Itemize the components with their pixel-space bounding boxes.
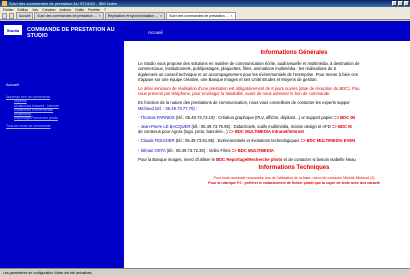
status-bar: Les paramètres de configuration Notes on… bbox=[0, 268, 410, 276]
menu-creation[interactable]: Création bbox=[42, 8, 55, 12]
contact-row: - Silman OSTA (tél.: 05.49.73.72.30) : V… bbox=[138, 147, 274, 153]
open-list-button[interactable] bbox=[2, 13, 7, 19]
page-title: Accueil bbox=[148, 30, 163, 35]
tech-line: Pour la rubrique PJ : préférer le rattac… bbox=[208, 180, 380, 185]
window-title: Suivi des commandes de prestation AU STU… bbox=[9, 1, 118, 6]
sidebar-item-accueil[interactable]: Accueil bbox=[6, 82, 19, 87]
tab-replication[interactable]: Réplication et synchronisation ... × bbox=[104, 12, 166, 19]
tab-suivi-1[interactable]: Suivi des commandes de prestation ... × bbox=[34, 12, 104, 19]
banque-images-line: Pour la Banque images, merci d'utiliser … bbox=[138, 156, 356, 162]
sidebar-links: Nouveau bon de commande Imprimé Multiméd… bbox=[6, 95, 118, 128]
menu-aide[interactable]: ? bbox=[104, 8, 106, 12]
menu-voir[interactable]: Voir bbox=[32, 8, 38, 12]
tab-suivi-active[interactable]: Suivi des commandes de prestation ... × bbox=[166, 12, 236, 19]
bdc-link[interactable]: => BDC IM bbox=[334, 115, 355, 120]
intro-paragraph: Le Studio vous propose des solutions en … bbox=[138, 61, 360, 82]
menu-outils[interactable]: Outils bbox=[75, 8, 84, 12]
bdc-link[interactable]: => BDC MULTIMEDIA EVEN bbox=[301, 138, 356, 143]
contacts-intro: En fonction de la nature des prestations… bbox=[138, 100, 350, 111]
tab-accueil[interactable]: Accueil bbox=[16, 12, 34, 19]
contact-row: - Claude ROUGIER (tél.: 05.49.73.81.95) … bbox=[138, 138, 356, 144]
main-body: Informations Générales Le Studio vous pr… bbox=[138, 50, 410, 185]
menu-fenetre[interactable]: Fenêtre bbox=[88, 8, 100, 12]
studio-logo: Studio bbox=[4, 25, 22, 35]
main-content: Accueil Informations Générales Le Studio… bbox=[124, 21, 410, 268]
close-tab-icon[interactable]: × bbox=[230, 14, 232, 18]
sidebar: Studio COMMANDE DE PRESTATION AU STUDIO … bbox=[0, 21, 124, 268]
close-button[interactable] bbox=[404, 1, 409, 6]
tech-info-title: Informations Techniques bbox=[258, 165, 330, 172]
bdc-link[interactable]: => BDC M bbox=[332, 124, 352, 129]
app-icon bbox=[2, 1, 7, 6]
menu-edition[interactable]: Edition bbox=[18, 8, 29, 12]
tab-bar: Accueil Suivi des commandes de prestatio… bbox=[0, 12, 410, 20]
sidebar-item-tous-bdc[interactable]: Tous les bons de commande bbox=[6, 124, 118, 128]
contact-row: - Thomas PARNEIX (tél.: 05.49.73.73.19) … bbox=[138, 114, 355, 120]
minimize-button[interactable] bbox=[392, 1, 397, 6]
status-text: Les paramètres de configuration Notes on… bbox=[3, 270, 93, 275]
general-info-title: Informations Générales bbox=[260, 50, 328, 56]
bdc-link[interactable]: => BDC MULTIMEDIA bbox=[232, 148, 274, 153]
main-header: Accueil bbox=[124, 21, 410, 41]
window-controls bbox=[392, 1, 409, 6]
contact-row: - Jean-Pierre LE BACQUER (tél.: 05.49.73… bbox=[138, 124, 352, 135]
delay-notice: Le délai minimum de réalisation d'une pr… bbox=[138, 86, 360, 97]
close-tab-icon[interactable]: × bbox=[99, 14, 101, 18]
menu-actions[interactable]: Actions bbox=[59, 8, 70, 12]
window-title-bar: Suivi des commandes de prestation AU STU… bbox=[0, 0, 410, 7]
home-button[interactable] bbox=[9, 13, 14, 19]
bdc-link[interactable]: => BDC MULTIMEDIA Intranet/Internet bbox=[229, 129, 304, 134]
bdc-reportage-link[interactable]: BDC Reportage/Recherche photo bbox=[216, 157, 282, 162]
close-tab-icon[interactable]: × bbox=[160, 14, 162, 18]
sidebar-title: COMMANDE DE PRESTATION AU STUDIO bbox=[27, 27, 115, 39]
maximize-button[interactable] bbox=[398, 1, 403, 6]
menu-fichier[interactable]: Fichier bbox=[3, 8, 14, 12]
